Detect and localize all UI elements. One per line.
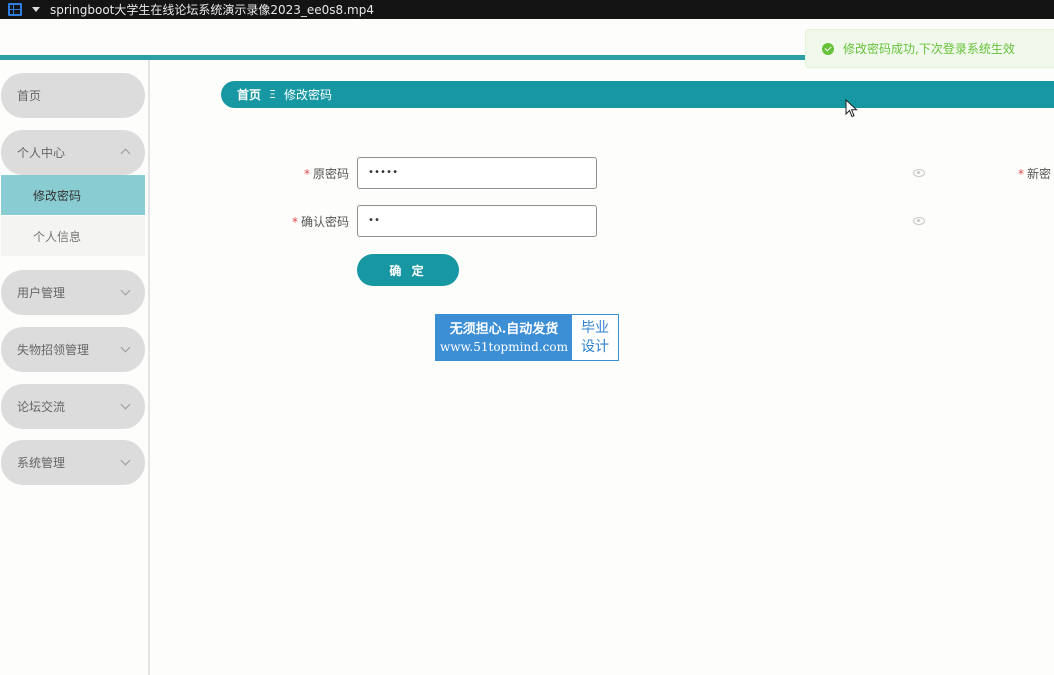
- sidebar-subitem-personal-info[interactable]: 个人信息: [1, 216, 145, 256]
- old-password-label: * 原密码: [290, 165, 349, 182]
- sidebar-item-personal-center[interactable]: 个人中心: [1, 130, 145, 175]
- mouse-cursor-icon: [845, 99, 858, 118]
- confirm-button[interactable]: 确 定: [357, 254, 459, 286]
- old-password-label-text: 原密码: [312, 167, 349, 181]
- film-icon: [8, 3, 22, 16]
- sidebar-item-label: 论坛交流: [17, 400, 66, 414]
- success-toast: 修改密码成功,下次登录系统生效: [805, 29, 1054, 68]
- sidebar-item-home[interactable]: 首页: [1, 73, 145, 118]
- old-password-input[interactable]: •••••: [357, 157, 597, 189]
- sidebar-subitem-label: 修改密码: [33, 188, 82, 203]
- watermark-line2: www.51topmind.com: [440, 339, 568, 354]
- sidebar-item-label: 失物招领管理: [17, 343, 90, 357]
- chevron-up-icon: [120, 148, 131, 159]
- sidebar-subitem-label: 个人信息: [33, 229, 82, 244]
- watermark-logo: 无须担心.自动发货 www.51topmind.com 毕业 设计: [435, 314, 619, 361]
- new-password-label-text: 新密: [1027, 167, 1052, 181]
- eye-icon[interactable]: [913, 217, 925, 225]
- sidebar-subitem-change-password[interactable]: 修改密码: [1, 175, 145, 215]
- success-check-icon: [822, 42, 834, 55]
- watermark-main: 无须担心.自动发货 www.51topmind.com: [436, 315, 572, 360]
- new-password-label: * 新密: [1018, 165, 1054, 182]
- sidebar-item-lost-found[interactable]: 失物招领管理: [1, 327, 145, 372]
- sidebar-item-system[interactable]: 系统管理: [1, 440, 145, 485]
- watermark-line1: 无须担心.自动发货: [449, 321, 559, 337]
- confirm-password-input[interactable]: ••: [357, 205, 597, 237]
- required-mark: *: [291, 215, 298, 229]
- sidebar-item-label: 系统管理: [17, 456, 66, 470]
- eye-icon[interactable]: [913, 169, 925, 177]
- breadcrumb-separator: Ξ: [269, 88, 276, 101]
- sidebar-item-label: 个人中心: [17, 146, 66, 160]
- confirm-password-value: ••: [368, 215, 381, 226]
- required-mark: *: [1018, 167, 1024, 181]
- confirm-password-label-text: 确认密码: [300, 215, 349, 229]
- window-titlebar: springboot大学生在线论坛系统演示录像2023_ee0s8.mp4: [0, 0, 1054, 19]
- watermark-side: 毕业 设计: [572, 315, 618, 360]
- dropdown-caret-icon[interactable]: [32, 7, 40, 12]
- breadcrumb-current: 修改密码: [283, 88, 332, 102]
- breadcrumb: 首页 Ξ 修改密码: [221, 81, 1054, 108]
- required-mark: *: [303, 167, 310, 181]
- window-title: springboot大学生在线论坛系统演示录像2023_ee0s8.mp4: [50, 3, 374, 17]
- sidebar-item-user-management[interactable]: 用户管理: [1, 270, 145, 315]
- old-password-value: •••••: [368, 167, 399, 178]
- chevron-down-icon: [120, 342, 131, 353]
- confirm-password-label: * 确认密码: [280, 213, 349, 230]
- toast-message: 修改密码成功,下次登录系统生效: [843, 42, 1015, 56]
- sidebar: 首页 个人中心 修改密码 个人信息 用户管理 失物招领管理 论坛交流 系统管理: [0, 60, 150, 675]
- chevron-down-icon: [120, 285, 131, 296]
- chevron-down-icon: [120, 399, 131, 410]
- sidebar-item-label: 用户管理: [17, 286, 66, 300]
- breadcrumb-home[interactable]: 首页: [237, 86, 261, 103]
- sidebar-item-label: 首页: [17, 89, 42, 103]
- sidebar-item-forum[interactable]: 论坛交流: [1, 384, 145, 429]
- chevron-down-icon: [120, 455, 131, 466]
